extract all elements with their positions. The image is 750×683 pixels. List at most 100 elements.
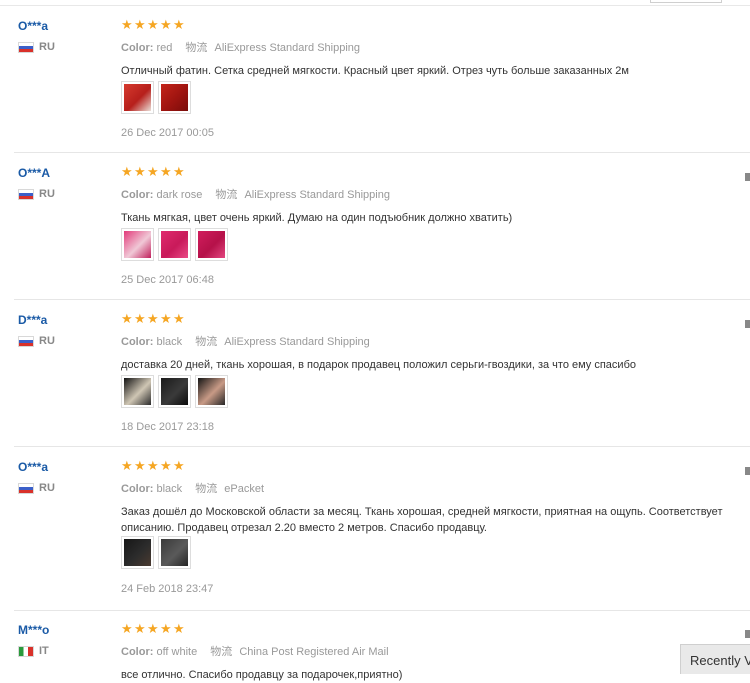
shipping-value: ePacket	[224, 483, 265, 495]
star-icon: ★	[147, 621, 159, 636]
star-icon: ★	[173, 458, 185, 473]
review-divider	[14, 446, 750, 447]
review-divider	[14, 152, 750, 153]
reviewer-country: RU	[18, 482, 55, 494]
review-photos	[121, 375, 228, 408]
review-meta: Color: black 物流 ePacket	[121, 480, 264, 496]
review-divider	[14, 299, 750, 300]
star-icon: ★	[173, 621, 185, 636]
review-text: Заказ дошёл до Московской области за мес…	[121, 506, 723, 534]
review-text: Ткань мягкая, цвет очень яркий. Думаю на…	[121, 212, 513, 224]
reviewer-country: RU	[18, 41, 55, 53]
reviewer-country: RU	[18, 188, 55, 200]
reviewer-name[interactable]: O***a	[18, 19, 48, 33]
reviewer-name[interactable]: O***a	[18, 460, 48, 474]
side-marker	[745, 320, 750, 328]
shipping-value: AliExpress Standard Shipping	[214, 42, 361, 54]
country-code: RU	[39, 188, 55, 200]
reviewer-name[interactable]: D***a	[18, 313, 47, 327]
color-value: black	[156, 336, 183, 348]
star-icon: ★	[160, 311, 172, 326]
shipping-label: 物流	[195, 336, 218, 348]
shipping-label: 物流	[215, 189, 238, 201]
star-icon: ★	[147, 458, 159, 473]
review-item: O***A RU ★ ★ ★ ★ ★ Color: dark rose 物流 A…	[0, 164, 750, 300]
side-marker	[745, 467, 750, 475]
star-icon: ★	[134, 311, 146, 326]
country-code: IT	[39, 645, 49, 657]
star-icon: ★	[121, 311, 133, 326]
star-rating: ★ ★ ★ ★ ★	[121, 17, 185, 32]
review-meta: Color: red 物流 AliExpress Standard Shippi…	[121, 39, 360, 55]
review-photos	[121, 81, 191, 114]
review-meta: Color: off white 物流 China Post Registere…	[121, 643, 389, 659]
review-photos	[121, 536, 191, 569]
review-divider	[14, 610, 750, 611]
star-icon: ★	[160, 458, 172, 473]
star-icon: ★	[121, 458, 133, 473]
review-meta: Color: dark rose 物流 AliExpress Standard …	[121, 186, 390, 202]
side-marker	[745, 173, 750, 181]
review-photo-thumbnail[interactable]	[158, 536, 191, 569]
review-item: O***a RU ★ ★ ★ ★ ★ Color: red 物流 AliExpr…	[0, 17, 750, 153]
star-icon: ★	[147, 311, 159, 326]
star-icon: ★	[160, 621, 172, 636]
it-flag-icon	[18, 645, 34, 657]
review-text: доставка 20 дней, ткань хорошая, в подар…	[121, 359, 636, 371]
shipping-label: 物流	[185, 42, 208, 54]
review-date: 24 Feb 2018 23:47	[121, 583, 214, 595]
shipping-value: AliExpress Standard Shipping	[224, 336, 370, 348]
review-photos	[121, 228, 228, 261]
star-rating: ★ ★ ★ ★ ★	[121, 621, 185, 636]
country-code: RU	[39, 335, 55, 347]
top-dropdown-edge[interactable]	[650, 0, 722, 3]
star-icon: ★	[173, 17, 185, 32]
review-date: 26 Dec 2017 00:05	[121, 127, 214, 139]
star-rating: ★ ★ ★ ★ ★	[121, 164, 185, 179]
review-photo-thumbnail[interactable]	[195, 228, 228, 261]
review-date: 25 Dec 2017 06:48	[121, 274, 214, 286]
review-photo-thumbnail[interactable]	[121, 228, 154, 261]
star-icon: ★	[160, 164, 172, 179]
review-meta: Color: black 物流 AliExpress Standard Ship…	[121, 333, 370, 349]
star-rating: ★ ★ ★ ★ ★	[121, 311, 185, 326]
review-photo-thumbnail[interactable]	[158, 228, 191, 261]
star-icon: ★	[121, 17, 133, 32]
color-value: red	[156, 42, 173, 54]
review-photo-thumbnail[interactable]	[121, 81, 154, 114]
star-icon: ★	[121, 164, 133, 179]
review-text: все отлично. Спасибо продавцу за подароч…	[121, 669, 403, 681]
review-text: Отличный фатин. Сетка средней мягкости. …	[121, 65, 629, 77]
star-icon: ★	[134, 458, 146, 473]
shipping-value: China Post Registered Air Mail	[239, 646, 389, 658]
review-photo-thumbnail[interactable]	[121, 536, 154, 569]
review-date: 18 Dec 2017 23:18	[121, 421, 214, 433]
ru-flag-icon	[18, 335, 34, 347]
star-icon: ★	[134, 164, 146, 179]
ru-flag-icon	[18, 41, 34, 53]
review-item: D***a RU ★ ★ ★ ★ ★ Color: black 物流 AliEx…	[0, 311, 750, 447]
star-rating: ★ ★ ★ ★ ★	[121, 458, 185, 473]
review-photo-thumbnail[interactable]	[158, 375, 191, 408]
top-divider	[0, 5, 750, 6]
reviewer-name[interactable]: M***o	[18, 623, 49, 637]
reviewer-name[interactable]: O***A	[18, 166, 50, 180]
review-photo-thumbnail[interactable]	[195, 375, 228, 408]
color-label: Color:	[121, 336, 154, 348]
star-icon: ★	[134, 17, 146, 32]
color-value: off white	[156, 646, 198, 658]
star-icon: ★	[147, 164, 159, 179]
side-marker	[745, 630, 750, 638]
shipping-label: 物流	[210, 646, 233, 658]
shipping-value: AliExpress Standard Shipping	[244, 189, 390, 201]
review-item: O***a RU ★ ★ ★ ★ ★ Color: black 物流 ePack…	[0, 458, 750, 611]
country-code: RU	[39, 41, 55, 53]
reviewer-country: RU	[18, 335, 55, 347]
star-icon: ★	[134, 621, 146, 636]
star-icon: ★	[121, 621, 133, 636]
review-photo-thumbnail[interactable]	[121, 375, 154, 408]
star-icon: ★	[160, 17, 172, 32]
star-icon: ★	[147, 17, 159, 32]
recently-viewed-tab[interactable]: Recently Vi	[680, 644, 750, 674]
review-photo-thumbnail[interactable]	[158, 81, 191, 114]
